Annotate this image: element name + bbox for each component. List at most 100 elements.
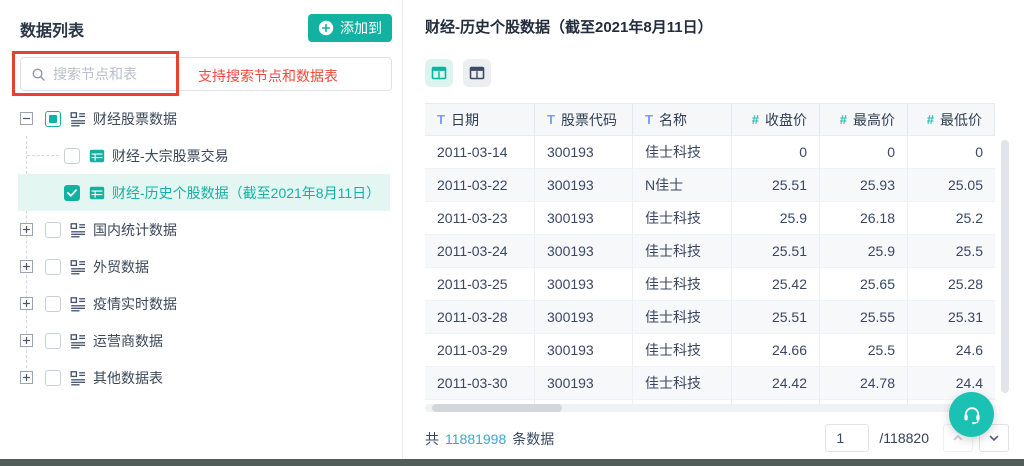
column-header[interactable]: T 名称 (633, 104, 732, 135)
column-header[interactable]: T 股票代码 (535, 104, 633, 135)
table-row[interactable]: 2011-03-30 300193 佳士科技 24.42 24.78 24.4 (425, 367, 995, 400)
table-cell: 佳士科技 (633, 235, 732, 267)
app-window: 数据列表 添加到 支持搜索节点和数据表 财经股票数据财经-大宗股票交易财经-历史… (0, 0, 1024, 466)
horizontal-scrollbar-track[interactable] (425, 404, 995, 412)
tree-item[interactable]: 财经股票数据 (18, 100, 390, 137)
tree-checkbox-indeterminate[interactable] (45, 110, 61, 127)
tree-item[interactable]: 外贸数据 (18, 248, 390, 285)
tree-item[interactable]: 财经-大宗股票交易 (18, 137, 390, 174)
table-cell: 25.28 (947, 276, 983, 292)
table-row[interactable]: 2011-03-28 300193 佳士科技 25.51 25.55 25.31 (425, 301, 995, 334)
column-header[interactable]: # 最低价 (908, 104, 995, 135)
column-header-label: 最高价 (853, 111, 895, 128)
tree-item[interactable]: 国内统计数据 (18, 211, 390, 248)
total-count-value[interactable]: 11881998 (445, 431, 506, 447)
table-cell: 2011-03-14 (425, 136, 535, 168)
page-number-input[interactable] (825, 424, 870, 452)
table-cell: 24.6 (955, 342, 983, 358)
table-row[interactable]: 2011-03-29 300193 佳士科技 24.66 25.5 24.6 (425, 334, 995, 367)
tree-checkbox-unchecked[interactable] (45, 221, 61, 238)
table-cell: 2011-03-30 (425, 367, 535, 399)
tree-expander-plus-icon[interactable] (20, 223, 33, 236)
table-cell: 2011-03-23 (425, 202, 535, 234)
sidebar-title: 数据列表 (20, 23, 85, 40)
table-cell: 300193 (535, 136, 633, 168)
column-header-label: 最低价 (940, 111, 982, 128)
table-cell: 25.93 (820, 169, 908, 201)
vertical-scrollbar-thumb[interactable] (1001, 140, 1009, 393)
table-cell: 0 (975, 144, 983, 160)
tree-checkbox-unchecked[interactable] (45, 369, 61, 386)
table-detail-title: 财经-历史个股数据（截至2021年8月11日） (425, 19, 713, 36)
column-header[interactable]: # 最高价 (820, 104, 908, 135)
table-cell: 25.51 (732, 169, 820, 201)
table-row[interactable]: 2011-03-23 300193 佳士科技 25.9 26.18 25.2 (425, 202, 995, 235)
tree-expander-plus-icon[interactable] (20, 371, 33, 384)
table-cell: 0 (820, 136, 908, 168)
table-cell: 佳士科技 (633, 301, 732, 333)
layout-view-toggle-button[interactable] (463, 59, 491, 87)
tree-item[interactable]: 疫情实时数据 (18, 285, 390, 322)
annotation-hint-text: 支持搜索节点和数据表 (198, 68, 338, 84)
view-toggle-group (425, 59, 491, 87)
table-cell: 佳士科技 (633, 202, 732, 234)
table-cell: 300193 (535, 334, 633, 366)
tree-expander-plus-icon[interactable] (20, 260, 33, 273)
table-cell: 300193 (535, 301, 633, 333)
node-group-icon (70, 222, 86, 238)
node-group-icon (70, 333, 86, 349)
table-cell: 2011-03-25 (425, 268, 535, 300)
data-tree: 财经股票数据财经-大宗股票交易财经-历史个股数据（截至2021年8月11日） 国内… (0, 100, 402, 396)
table-cell: 300193 (535, 235, 633, 267)
table-row[interactable]: 2011-03-14 300193 佳士科技 0 0 0 (425, 136, 995, 169)
tree-expander-plus-icon[interactable] (20, 297, 33, 310)
column-header-label: 名称 (658, 111, 687, 128)
table-cell: 25.05 (947, 177, 983, 193)
tree-item[interactable]: 运营商数据 (18, 322, 390, 359)
tree-item[interactable]: 其他数据表 (18, 359, 390, 396)
tree-checkbox-unchecked[interactable] (45, 258, 61, 275)
add-to-button-label: 添加到 (340, 20, 382, 36)
table-cell: 25.9 (732, 202, 820, 234)
text-type-icon: T (547, 112, 555, 127)
text-type-icon: T (437, 112, 445, 127)
table-cell: 25.9 (820, 235, 908, 267)
table-cell: 24.42 (732, 367, 820, 399)
add-to-button[interactable]: 添加到 (308, 14, 392, 42)
column-header-label: 收盘价 (765, 111, 807, 128)
tree-checkbox-unchecked[interactable] (45, 295, 61, 312)
tree-item-label: 财经-大宗股票交易 (112, 147, 229, 164)
tree-checkbox-unchecked[interactable] (64, 147, 80, 164)
table-header-row: T 日期 T 股票代码 T 名称 # 收盘价 # 最高价 # 最低价 (425, 103, 995, 136)
table-cell: 2011-03-29 (425, 334, 535, 366)
data-list-sidebar: 数据列表 添加到 支持搜索节点和数据表 财经股票数据财经-大宗股票交易财经-历史… (0, 0, 403, 459)
table-cell: 25.31 (947, 309, 983, 325)
table-cell: 25.55 (820, 301, 908, 333)
table-row[interactable]: 2011-03-24 300193 佳士科技 25.51 25.9 25.5 (425, 235, 995, 268)
column-header[interactable]: T 日期 (425, 104, 535, 135)
horizontal-scrollbar-thumb[interactable] (432, 404, 562, 412)
tree-expander-plus-icon[interactable] (20, 334, 33, 347)
tree-item[interactable]: 财经-历史个股数据（截至2021年8月11日） (18, 174, 390, 211)
table-cell: 2011-03-22 (425, 169, 535, 201)
table-cell: 25.2 (955, 210, 983, 226)
column-header[interactable]: # 收盘价 (732, 104, 820, 135)
table-cell: 25.51 (732, 235, 820, 267)
tree-checkbox-unchecked[interactable] (45, 332, 61, 349)
column-header-label: 股票代码 (560, 111, 617, 128)
tree-expander-minus-icon[interactable] (20, 112, 33, 125)
chevron-down-icon (988, 432, 1000, 444)
table-cell: 25.51 (732, 301, 820, 333)
table-cell: 300193 (535, 169, 633, 201)
table-view-toggle-button[interactable] (425, 59, 453, 87)
table-cell: 佳士科技 (633, 367, 732, 399)
table-row[interactable]: 2011-03-25 300193 佳士科技 25.42 25.65 25.28 (425, 268, 995, 301)
table-row[interactable]: 2011-03-22 300193 N佳士 25.51 25.93 25.05 (425, 169, 995, 202)
number-type-icon: # (839, 112, 847, 127)
table-cell: 300193 (535, 202, 633, 234)
data-table-icon (89, 148, 105, 164)
tree-item-label: 财经-历史个股数据（截至2021年8月11日） (112, 184, 381, 201)
tree-checkbox-checked[interactable] (64, 184, 80, 201)
node-group-icon (70, 296, 86, 312)
customer-service-chat-button[interactable] (949, 392, 994, 437)
